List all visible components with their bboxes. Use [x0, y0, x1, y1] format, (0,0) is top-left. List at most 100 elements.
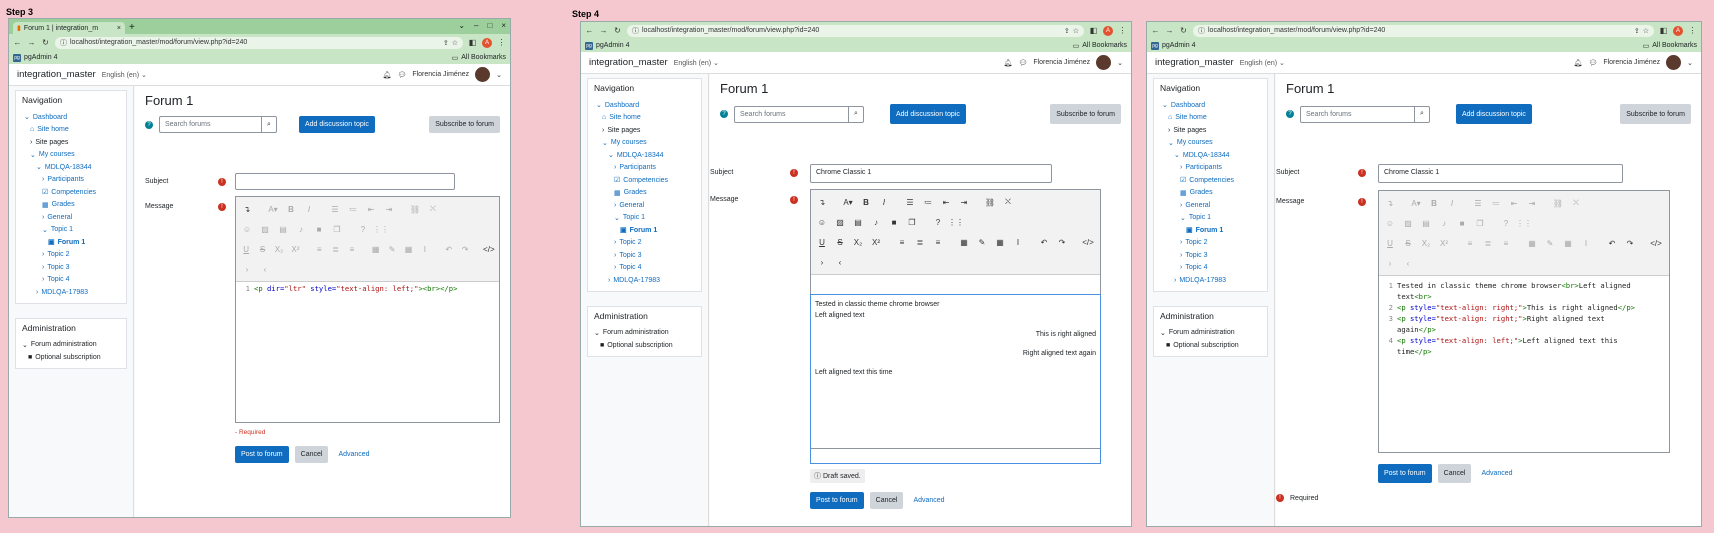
- search-input[interactable]: Search forums ⌕: [734, 105, 864, 123]
- bold-icon[interactable]: B: [283, 202, 299, 216]
- search-input[interactable]: Search forums ⌕: [159, 116, 277, 133]
- close-icon[interactable]: ×: [117, 25, 121, 32]
- advanced-link[interactable]: Advanced: [338, 451, 369, 458]
- minimize-icon[interactable]: –: [474, 21, 478, 30]
- cursor-icon[interactable]: I: [1578, 236, 1594, 250]
- nav-my-courses[interactable]: ⌄ My courses: [594, 137, 695, 150]
- close-window-icon[interactable]: ×: [501, 21, 506, 30]
- forum-administration[interactable]: ⌄ Forum administration: [22, 339, 120, 352]
- link-icon[interactable]: ⛓︎: [982, 195, 998, 209]
- post-to-forum-button[interactable]: Post to forum: [235, 446, 289, 463]
- reload-icon[interactable]: ↻: [613, 26, 622, 35]
- user-name[interactable]: Florencia Jiménez: [1603, 59, 1660, 66]
- bullet-list-icon[interactable]: ☰: [1470, 196, 1486, 210]
- outdent-icon[interactable]: ⇤: [363, 202, 379, 216]
- site-name[interactable]: integration_master: [1155, 57, 1234, 68]
- nav-course[interactable]: ⌄ MDLQA-18344: [1160, 149, 1261, 162]
- indent-icon[interactable]: ⇥: [1524, 196, 1540, 210]
- message-editor[interactable]: ↴ A▾ B I ☰ ≔ ⇤ ⇥ ⛓︎ ⛌ ☺ ▨ ▤ ♪ ■ ❐ ? ⋮⋮ U S X₂ X² ≡ ≣ ≡ ▦ ✎…: [1378, 190, 1670, 453]
- chevron-down-icon[interactable]: ⌄: [1687, 59, 1693, 67]
- numbered-list-icon[interactable]: ≔: [1488, 196, 1504, 210]
- cursor-icon[interactable]: I: [418, 242, 432, 256]
- nav-topic-1[interactable]: ⌄ Topic 1: [594, 212, 695, 225]
- font-style-icon[interactable]: A▾: [840, 195, 856, 209]
- microphone-icon[interactable]: ♪: [868, 215, 884, 229]
- nav-participants[interactable]: › Participants: [1160, 162, 1261, 175]
- nav-course-2[interactable]: › MDLQA-17983: [22, 286, 120, 299]
- bookmark-pgadmin[interactable]: pg pgAdmin 4: [13, 53, 57, 62]
- subject-input[interactable]: [235, 173, 455, 190]
- outdent-icon[interactable]: ⇤: [938, 195, 954, 209]
- share-icon[interactable]: ⇪: [1064, 27, 1070, 35]
- image-icon[interactable]: ▨: [832, 215, 848, 229]
- nav-forum-1[interactable]: ▣ Forum 1: [594, 224, 695, 237]
- collapse-icon[interactable]: ↴: [1382, 196, 1398, 210]
- bullet-list-icon[interactable]: ☰: [902, 195, 918, 209]
- help-icon[interactable]: ?: [355, 222, 371, 236]
- menu-icon[interactable]: ⋮: [1688, 26, 1697, 35]
- calculator-icon[interactable]: ▦: [956, 235, 972, 249]
- nav-competencies[interactable]: ☑ Competencies: [1160, 174, 1261, 187]
- sidepanel-icon[interactable]: ◧: [1659, 26, 1668, 35]
- new-tab-icon[interactable]: +: [129, 22, 135, 34]
- menu-icon[interactable]: ⋮: [1118, 26, 1127, 35]
- cancel-button[interactable]: Cancel: [869, 492, 904, 509]
- undo-icon[interactable]: ↶: [1604, 236, 1620, 250]
- chat-icon[interactable]: 💬︎: [397, 71, 406, 79]
- chevron-down-icon[interactable]: ⌄: [458, 21, 465, 30]
- nav-topic-4[interactable]: › Topic 4: [22, 274, 120, 287]
- search-input[interactable]: Search forums ⌕: [1300, 105, 1430, 123]
- redo-icon[interactable]: ↷: [458, 242, 472, 256]
- site-name[interactable]: integration_master: [589, 57, 668, 68]
- nav-general[interactable]: › General: [1160, 199, 1261, 212]
- subscribe-button[interactable]: Subscribe to forum: [429, 116, 500, 133]
- search-icon[interactable]: ⌕: [1414, 106, 1429, 122]
- subject-input[interactable]: Chrome Classic 1: [1378, 164, 1623, 183]
- image-icon[interactable]: ▨: [257, 222, 273, 236]
- unlink-icon[interactable]: ⛌: [1000, 195, 1016, 209]
- grid-icon[interactable]: ⋮⋮: [1516, 216, 1532, 230]
- sidepanel-icon[interactable]: ◧: [468, 38, 477, 47]
- reload-icon[interactable]: ↻: [1179, 26, 1188, 35]
- nav-general[interactable]: › General: [22, 211, 120, 224]
- language-menu[interactable]: English (en) ⌄: [102, 71, 147, 79]
- undo-icon[interactable]: ↶: [1036, 235, 1052, 249]
- user-name[interactable]: Florencia Jiménez: [1033, 59, 1090, 66]
- align-left-icon[interactable]: ≡: [894, 235, 910, 249]
- subscript-icon[interactable]: X₂: [850, 235, 866, 249]
- bell-icon[interactable]: 🔔︎: [1574, 59, 1583, 67]
- collapse-icon[interactable]: ↴: [814, 195, 830, 209]
- message-editor[interactable]: ↴ A▾ B I ☰ ≔ ⇤ ⇥ ⛓︎ ⛌ ☺ ▨ ▤ ♪ ■ ❐ ? ⋮⋮ U S X₂ X² ≡ ≣ ≡ ▦ ✎…: [235, 196, 500, 423]
- star-icon[interactable]: ☆: [452, 39, 458, 47]
- edit-icon[interactable]: ✎: [385, 242, 399, 256]
- bold-icon[interactable]: B: [1426, 196, 1442, 210]
- grid-icon[interactable]: ⋮⋮: [373, 222, 389, 236]
- search-icon[interactable]: ⌕: [261, 117, 276, 132]
- subscribe-button[interactable]: Subscribe to forum: [1620, 104, 1691, 124]
- align-center-icon[interactable]: ≣: [1480, 236, 1496, 250]
- chevron-left-icon[interactable]: ‹: [832, 255, 848, 269]
- align-left-icon[interactable]: ≡: [312, 242, 326, 256]
- nav-site-pages[interactable]: › Site pages: [594, 124, 695, 137]
- nav-grades[interactable]: ▦ Grades: [1160, 187, 1261, 200]
- edit-icon[interactable]: ✎: [1542, 236, 1558, 250]
- html-icon[interactable]: </>: [482, 242, 496, 256]
- bell-icon[interactable]: 🔔︎: [383, 71, 392, 79]
- chevron-right-icon[interactable]: ›: [814, 255, 830, 269]
- copy-icon[interactable]: ❐: [329, 222, 345, 236]
- avatar[interactable]: [475, 67, 491, 82]
- align-center-icon[interactable]: ≣: [328, 242, 342, 256]
- nav-my-courses[interactable]: ⌄ My courses: [1160, 137, 1261, 150]
- nav-participants[interactable]: › Participants: [594, 162, 695, 175]
- nav-site-home[interactable]: ⌂ Site home: [1160, 112, 1261, 125]
- add-discussion-button[interactable]: Add discussion topic: [299, 116, 375, 133]
- redo-icon[interactable]: ↷: [1622, 236, 1638, 250]
- table-icon[interactable]: ▦: [1560, 236, 1576, 250]
- browser-tab[interactable]: ▮ Forum 1 | integration_m ×: [13, 22, 125, 34]
- bookmark-pgadmin[interactable]: pg pgAdmin 4: [1151, 41, 1195, 50]
- italic-icon[interactable]: I: [876, 195, 892, 209]
- advanced-link[interactable]: Advanced: [1481, 470, 1512, 477]
- nav-topic-3[interactable]: › Topic 3: [594, 249, 695, 262]
- nav-my-courses[interactable]: ⌄ My courses: [22, 149, 120, 162]
- post-to-forum-button[interactable]: Post to forum: [1378, 464, 1432, 483]
